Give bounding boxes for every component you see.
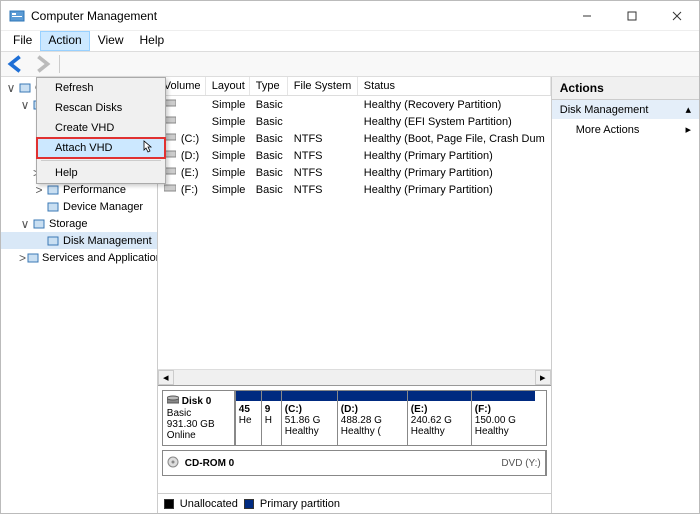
table-row[interactable]: (C:)SimpleBasicNTFSHealthy (Boot, Page F…: [158, 130, 551, 147]
cdrom-sub: DVD (Y:): [501, 458, 540, 469]
tree-icon: [17, 80, 33, 96]
legend-swatch-primary: [244, 499, 254, 509]
volume-icon: [164, 183, 178, 193]
disk-0-partitions: 45He9H(C:)51.86 GHealthy(D:)488.28 GHeal…: [235, 391, 546, 445]
expander-icon[interactable]: ∨: [19, 98, 31, 112]
table-header: Volume Layout Type File System Status: [158, 77, 551, 96]
tree-item-label: Performance: [63, 184, 126, 196]
horizontal-scrollbar[interactable]: ◂ ▸: [158, 369, 551, 385]
menu-help[interactable]: Help: [132, 31, 173, 51]
partition[interactable]: 9H: [261, 391, 281, 445]
expander-icon[interactable]: >: [33, 183, 45, 197]
col-filesystem[interactable]: File System: [288, 77, 358, 95]
col-type[interactable]: Type: [250, 77, 288, 95]
menu-file[interactable]: File: [5, 31, 40, 51]
table-row[interactable]: (E:)SimpleBasicNTFSHealthy (Primary Part…: [158, 164, 551, 181]
tree-item[interactable]: ∨ Storage: [1, 215, 157, 232]
actions-header: Actions: [552, 77, 699, 100]
actions-pane: Actions Disk Management ▴ More Actions ▸: [552, 77, 699, 513]
title-bar: Computer Management: [1, 1, 699, 31]
actions-section[interactable]: Disk Management ▴: [552, 100, 699, 119]
table-body: SimpleBasicHealthy (Recovery Partition) …: [158, 96, 551, 198]
minimize-button[interactable]: [564, 1, 609, 31]
disk-graphical-panel: Disk 0 Basic 931.30 GB Online 45He9H(C:)…: [158, 385, 551, 493]
menu-action[interactable]: Action: [40, 31, 89, 51]
menu-create-vhd[interactable]: Create VHD: [37, 118, 165, 138]
action-dropdown: Refresh Rescan Disks Create VHD Attach V…: [36, 77, 166, 184]
tree-icon: [45, 199, 61, 215]
disk-icon: [167, 395, 179, 408]
collapse-icon: ▴: [685, 103, 691, 116]
cdrom-label: CD-ROM 0 DVD (Y:): [163, 451, 546, 475]
tree-item[interactable]: Device Manager: [1, 198, 157, 215]
menu-refresh[interactable]: Refresh: [37, 78, 165, 98]
cdrom-row[interactable]: CD-ROM 0 DVD (Y:): [162, 450, 547, 476]
tree-item[interactable]: Disk Management: [1, 232, 157, 249]
partition[interactable]: (F:)150.00 GHealthy: [471, 391, 535, 445]
partition[interactable]: (D:)488.28 GHealthy (: [337, 391, 407, 445]
legend: Unallocated Primary partition: [158, 493, 551, 513]
maximize-button[interactable]: [609, 1, 654, 31]
col-layout[interactable]: Layout: [206, 77, 250, 95]
tree-item-label: Services and Applications: [42, 252, 158, 264]
col-status[interactable]: Status: [358, 77, 551, 95]
partition[interactable]: 45He: [235, 391, 261, 445]
disk-0-label: Disk 0 Basic 931.30 GB Online: [163, 391, 235, 445]
expander-icon[interactable]: ∨: [5, 81, 17, 95]
tree-item[interactable]: > Services and Applications: [1, 249, 157, 266]
table-row[interactable]: (F:)SimpleBasicNTFSHealthy (Primary Part…: [158, 181, 551, 198]
legend-unallocated-label: Unallocated: [180, 498, 238, 510]
legend-swatch-unallocated: [164, 499, 174, 509]
expander-icon[interactable]: >: [19, 251, 26, 265]
menu-separator: [41, 160, 161, 161]
window-title: Computer Management: [31, 9, 564, 23]
table-row[interactable]: SimpleBasicHealthy (Recovery Partition): [158, 96, 551, 113]
volumes-table: Volume Layout Type File System Status Si…: [158, 77, 551, 369]
legend-primary-label: Primary partition: [260, 498, 340, 510]
actions-more[interactable]: More Actions ▸: [552, 119, 699, 140]
menu-bar: File Action View Help: [1, 31, 699, 51]
disk-row-0[interactable]: Disk 0 Basic 931.30 GB Online 45He9H(C:)…: [162, 390, 547, 446]
disk-0-size: 931.30 GB: [167, 419, 230, 430]
cursor-icon: [143, 140, 155, 157]
tree-item-label: Storage: [49, 218, 88, 230]
tree-icon: [45, 233, 61, 249]
menu-attach-vhd[interactable]: Attach VHD: [37, 138, 165, 158]
cdrom-name: CD-ROM 0: [185, 458, 234, 469]
scroll-left-icon[interactable]: ◂: [158, 370, 174, 385]
expander-icon[interactable]: ∨: [19, 217, 31, 231]
partition[interactable]: (E:)240.62 GHealthy: [407, 391, 471, 445]
disk-0-state: Online: [167, 430, 230, 441]
menu-attach-vhd-label: Attach VHD: [55, 142, 112, 154]
table-row[interactable]: SimpleBasicHealthy (EFI System Partition…: [158, 113, 551, 130]
back-button[interactable]: [5, 54, 27, 74]
chevron-right-icon: ▸: [685, 123, 691, 136]
actions-more-label: More Actions: [576, 124, 640, 136]
disk-0-type: Basic: [167, 408, 230, 419]
table-row[interactable]: (D:)SimpleBasicNTFSHealthy (Primary Part…: [158, 147, 551, 164]
menu-help-item[interactable]: Help: [37, 163, 165, 183]
actions-section-label: Disk Management: [560, 104, 649, 116]
toolbar-separator: [59, 55, 60, 73]
close-button[interactable]: [654, 1, 699, 31]
forward-button[interactable]: [31, 54, 53, 74]
disk-0-name: Disk 0: [182, 396, 211, 407]
tree-item-label: Device Manager: [63, 201, 143, 213]
toolbar: [1, 51, 699, 77]
menu-rescan-disks[interactable]: Rescan Disks: [37, 98, 165, 118]
cdrom-icon: [167, 456, 179, 471]
menu-view[interactable]: View: [90, 31, 132, 51]
tree-icon: [26, 250, 40, 266]
main-panel: Volume Layout Type File System Status Si…: [158, 77, 552, 513]
tree-item-label: Disk Management: [63, 235, 152, 247]
partition[interactable]: (C:)51.86 GHealthy: [281, 391, 337, 445]
content-area: Refresh Rescan Disks Create VHD Attach V…: [1, 77, 699, 513]
tree-icon: [31, 216, 47, 232]
scroll-right-icon[interactable]: ▸: [535, 370, 551, 385]
app-icon: [9, 8, 25, 24]
